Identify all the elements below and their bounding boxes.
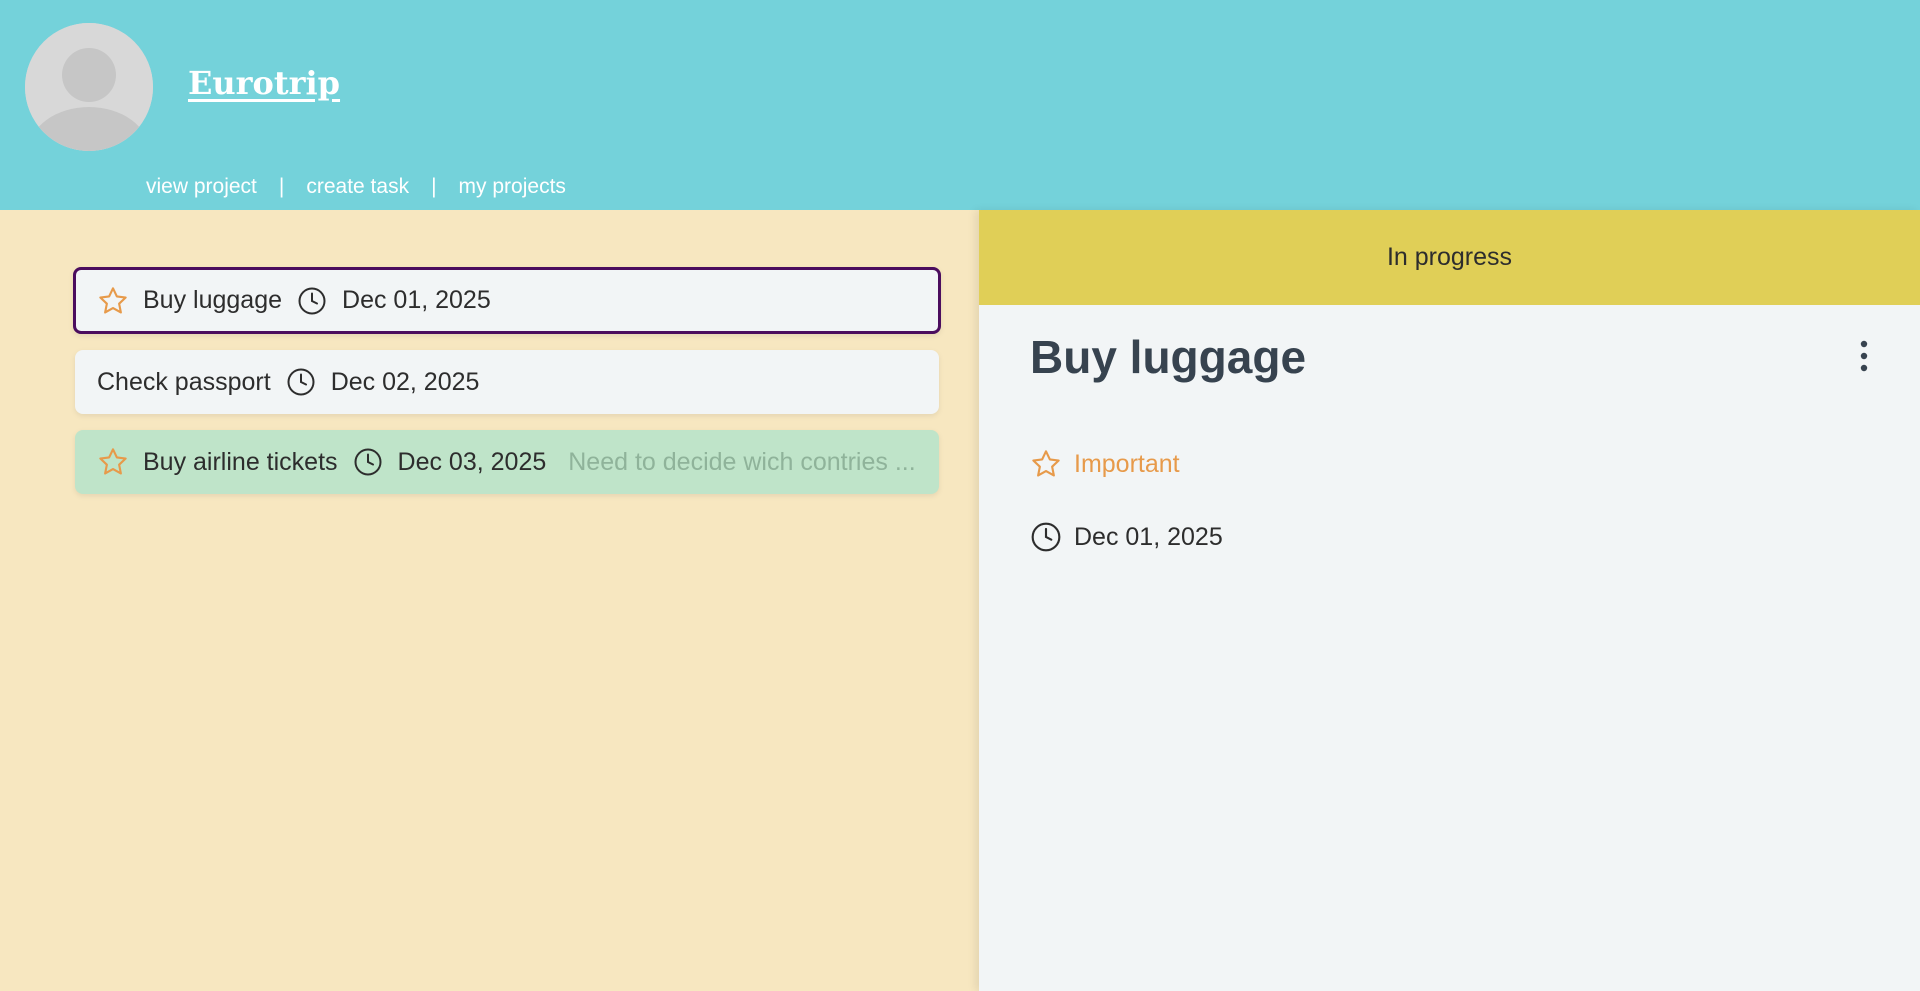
clock-icon: [287, 368, 315, 396]
task-title: Buy luggage: [143, 286, 283, 314]
detail-title: Buy luggage: [1030, 331, 1307, 383]
nav-view-project[interactable]: view project: [146, 175, 257, 199]
nav-my-projects[interactable]: my projects: [459, 175, 566, 199]
task-item-check-passport[interactable]: Check passport Dec 02, 2025: [75, 350, 939, 414]
task-date: Dec 02, 2025: [330, 367, 480, 396]
task-list-pane: Buy luggage Dec 01, 2025 Check passport …: [0, 210, 979, 991]
task-title: Check passport: [97, 367, 271, 396]
app-header: Eurotrip view project | create task | my…: [0, 0, 1920, 210]
task-title: Buy airline tickets: [143, 447, 338, 476]
nav-separator: |: [278, 175, 285, 198]
important-label: Important: [1074, 449, 1180, 478]
vertical-dots-icon[interactable]: [1849, 336, 1879, 376]
status-label: In progress: [1386, 243, 1513, 271]
star-icon[interactable]: [97, 446, 129, 478]
due-date-label: Dec 01, 2025: [1074, 522, 1223, 551]
project-nav: view project | create task | my projects: [146, 175, 566, 199]
star-icon[interactable]: [97, 285, 129, 317]
user-silhouette-icon: [25, 23, 153, 151]
task-detail-pane: In progress Buy luggage Important Dec 01…: [979, 210, 1920, 991]
star-icon: [1032, 450, 1060, 477]
due-date-row[interactable]: Dec 01, 2025: [1030, 521, 1223, 553]
task-item-buy-luggage[interactable]: Buy luggage Dec 01, 2025: [73, 267, 941, 334]
nav-create-task[interactable]: create task: [306, 175, 409, 199]
status-bar[interactable]: In progress: [979, 210, 1920, 305]
task-note-preview: Need to decide wich contries ...: [568, 447, 916, 476]
clock-icon: [354, 448, 382, 476]
task-date: Dec 01, 2025: [342, 286, 491, 314]
task-item-buy-airline-tickets[interactable]: Buy airline tickets Dec 03, 2025 Need to…: [75, 430, 939, 494]
important-toggle[interactable]: Important: [1030, 448, 1180, 480]
avatar[interactable]: [25, 23, 153, 151]
project-title-link[interactable]: Eurotrip: [188, 64, 340, 102]
clock-icon: [298, 287, 326, 314]
clock-icon: [1031, 522, 1061, 552]
nav-separator: |: [431, 175, 437, 198]
task-date: Dec 03, 2025: [397, 447, 547, 476]
